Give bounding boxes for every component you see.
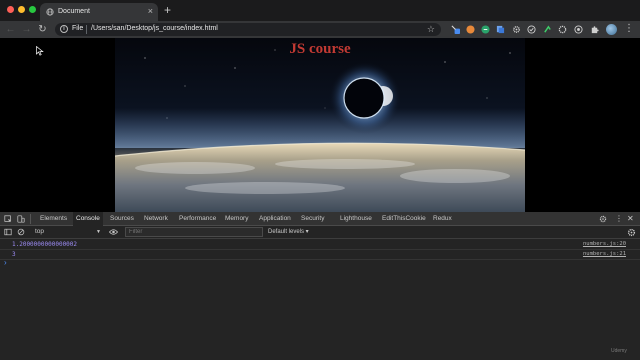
- url-scheme: File: [72, 25, 84, 32]
- close-devtools-icon[interactable]: ✕: [627, 214, 634, 224]
- address-bar[interactable]: i File /Users/san/Desktop/js_course/inde…: [55, 23, 441, 36]
- tab-memory[interactable]: Memory: [222, 212, 251, 226]
- close-tab-icon[interactable]: ×: [148, 6, 153, 17]
- context-selector[interactable]: top ▼: [31, 227, 103, 237]
- globe-icon: [46, 8, 54, 16]
- eclipse-illustration: [115, 49, 525, 212]
- bookmark-star-icon[interactable]: ☆: [427, 24, 435, 35]
- log-source-link[interactable]: numbers.js:20: [583, 241, 626, 247]
- browser-toolbar: ← → ↻ i File /Users/san/Desktop/js_cours…: [0, 21, 640, 38]
- devtools-panel: Elements Console Sources Network Perform…: [0, 212, 640, 360]
- extension-orange-icon[interactable]: [466, 25, 475, 34]
- device-toolbar-icon[interactable]: [17, 215, 25, 223]
- chevron-down-icon: ▼: [96, 229, 101, 235]
- log-levels-dropdown[interactable]: Default levels ▾: [268, 227, 309, 237]
- minimize-window-button[interactable]: [18, 6, 25, 13]
- extension-pen-icon[interactable]: [451, 25, 460, 34]
- console-message: 1.2000000000000002 numbers.js:20: [0, 240, 640, 250]
- tab-redux[interactable]: Redux: [430, 212, 455, 226]
- tab-console[interactable]: Console: [73, 212, 103, 226]
- extension-settings-icon[interactable]: [558, 25, 567, 34]
- inspect-element-icon[interactable]: [4, 215, 12, 223]
- tab-performance[interactable]: Performance: [176, 212, 219, 226]
- extension-blue-doc-icon[interactable]: [496, 25, 505, 34]
- tab-application[interactable]: Application: [256, 212, 294, 226]
- address-divider: [86, 25, 87, 34]
- page-viewport: JS course: [0, 38, 640, 212]
- extension-green-icon[interactable]: [481, 25, 490, 34]
- url-text[interactable]: /Users/san/Desktop/js_course/index.html: [91, 25, 218, 32]
- back-arrow-icon[interactable]: ←: [5, 23, 16, 36]
- page-heading: JS course: [289, 41, 351, 57]
- mouse-cursor-icon: [36, 46, 44, 56]
- context-selector-value: top: [35, 228, 45, 235]
- live-expression-eye-icon[interactable]: [109, 228, 118, 236]
- console-messages: 1.2000000000000002 numbers.js:20 3 numbe…: [0, 240, 640, 260]
- tab-strip: Document × +: [0, 0, 640, 21]
- extension-green-arrow-icon[interactable]: [543, 25, 552, 34]
- new-tab-button[interactable]: +: [164, 4, 171, 16]
- maximize-window-button[interactable]: [29, 6, 36, 13]
- extension-target-icon[interactable]: [574, 25, 583, 34]
- tab-elements[interactable]: Elements: [37, 212, 70, 226]
- console-prompt[interactable]: ›: [4, 259, 7, 267]
- tab-sources[interactable]: Sources: [107, 212, 137, 226]
- extension-gear-icon[interactable]: [512, 25, 521, 34]
- console-message: 3 numbers.js:21: [0, 250, 640, 260]
- clear-console-icon[interactable]: [17, 228, 25, 236]
- site-info-icon[interactable]: i: [60, 25, 68, 33]
- extensions-puzzle-icon[interactable]: [590, 25, 599, 34]
- log-value: 1.2000000000000002: [12, 241, 78, 248]
- devtools-divider: [30, 214, 31, 224]
- close-window-button[interactable]: [7, 6, 14, 13]
- reload-icon[interactable]: ↻: [37, 23, 48, 36]
- browser-menu-icon[interactable]: ⋮: [624, 23, 634, 35]
- devtools-tab-bar: Elements Console Sources Network Perform…: [0, 212, 640, 226]
- tab-security[interactable]: Security: [298, 212, 327, 226]
- tab-network[interactable]: Network: [141, 212, 171, 226]
- console-toolbar: top ▼ Default levels ▾: [0, 226, 640, 239]
- tab-title: Document: [58, 8, 90, 15]
- udemy-watermark: Udemy: [611, 348, 627, 354]
- settings-gear-icon[interactable]: [599, 215, 607, 223]
- browser-tab[interactable]: Document ×: [40, 3, 158, 21]
- console-settings-icon[interactable]: [627, 228, 636, 237]
- profile-avatar[interactable]: [606, 24, 617, 35]
- tab-lighthouse[interactable]: Lighthouse: [337, 212, 375, 226]
- forward-arrow-icon[interactable]: →: [21, 23, 32, 36]
- devtools-menu-icon[interactable]: ⋮: [615, 214, 623, 224]
- tab-editthiscookie[interactable]: EditThisCookie: [379, 212, 429, 226]
- console-sidebar-icon[interactable]: [4, 228, 12, 236]
- console-filter-input[interactable]: [125, 227, 263, 237]
- log-value: 3: [12, 251, 16, 258]
- log-source-link[interactable]: numbers.js:21: [583, 251, 626, 257]
- extension-check-icon[interactable]: [527, 25, 536, 34]
- eclipse-hero-image: JS course: [115, 38, 525, 212]
